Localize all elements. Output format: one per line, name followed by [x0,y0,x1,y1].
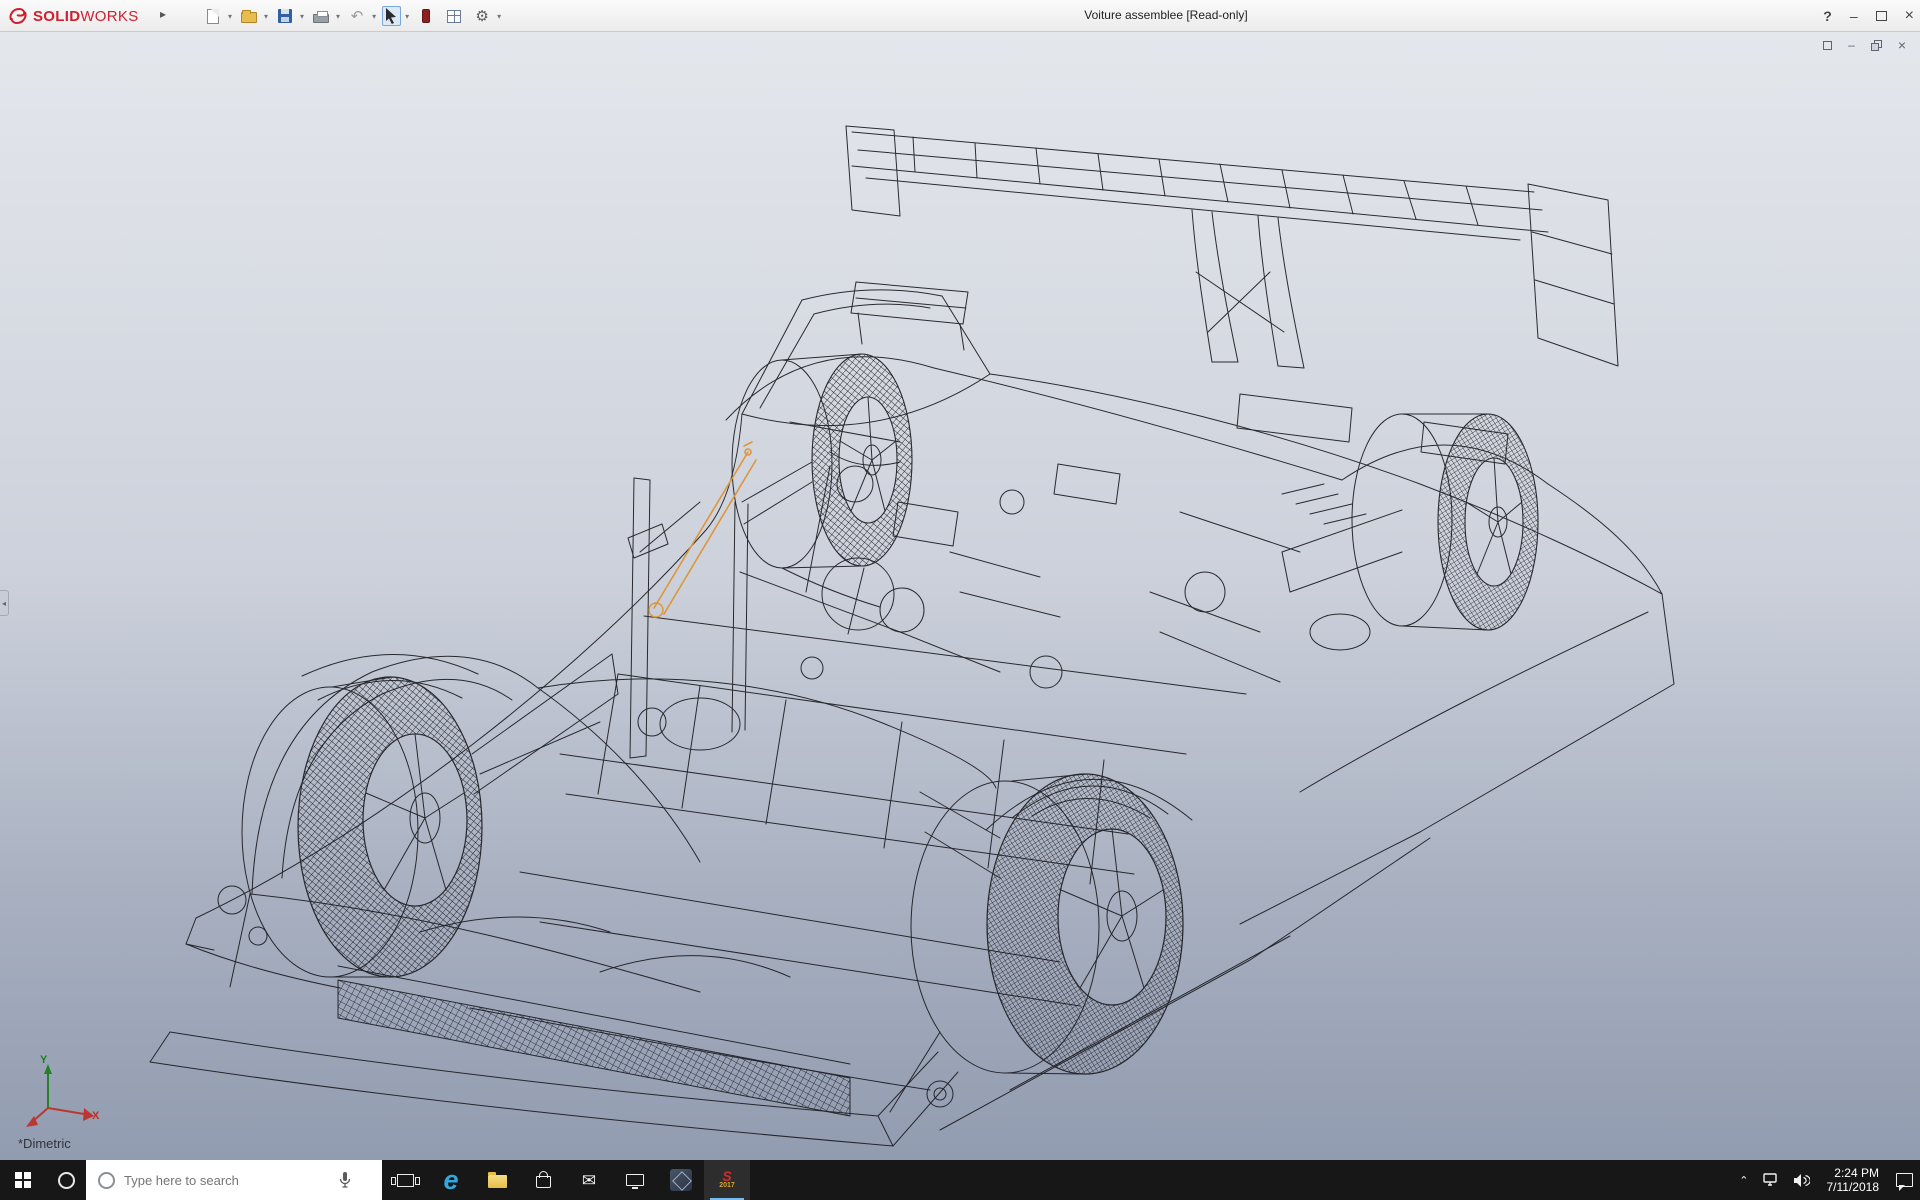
store-button[interactable] [520,1160,566,1200]
select-tool-button[interactable] [382,6,401,26]
undo-icon[interactable]: ↶ [346,5,368,27]
save-caret[interactable]: ▾ [300,12,304,21]
quick-access-toolbar: ▾ ▾ ▾ ▾ ↶ ▾ ▾ ⚙ ▾ [202,4,501,28]
window-controls: ? – × [1823,0,1914,32]
windows-logo-icon [15,1172,31,1188]
document-title: Voiture assemblee [Read-only] [1084,8,1247,22]
options-caret[interactable]: ▾ [497,12,501,21]
undo-caret[interactable]: ▾ [372,12,376,21]
action-center-button[interactable] [1889,1160,1920,1200]
xpert-tool-icon[interactable] [415,5,437,27]
minimize-button[interactable]: – [1850,9,1858,23]
taskbar-search[interactable] [86,1160,382,1200]
help-button[interactable]: ? [1823,9,1832,23]
solidworks-logo: SOLIDWORKS [8,5,139,27]
wheel-front-left [242,677,482,977]
network-tray-icon[interactable] [1756,1160,1786,1200]
solidworks-taskbar-button[interactable]: S 2017 [704,1160,750,1200]
microphone-icon[interactable] [339,1171,351,1189]
3d-viewer-cube-icon [670,1169,692,1191]
mail-envelope-icon: ✉ [582,1172,596,1189]
edge-button[interactable]: e [428,1160,474,1200]
tray-date: 7/11/2018 [1827,1180,1880,1194]
document-window-controls: – × [1823,38,1906,52]
tray-clock[interactable]: 2:24 PM 7/11/2018 [1817,1166,1890,1194]
new-document-caret[interactable]: ▾ [228,12,232,21]
open-caret[interactable]: ▾ [264,12,268,21]
dock-window-icon[interactable] [1823,41,1832,50]
open-icon[interactable] [238,5,260,27]
3d-viewer-button[interactable] [658,1160,704,1200]
doc-close-icon[interactable]: × [1898,38,1906,52]
view-orientation-label: *Dimetric [18,1136,71,1151]
file-explorer-icon [488,1175,507,1188]
save-icon[interactable] [274,5,296,27]
evaluate-table-icon[interactable] [443,5,465,27]
print-icon[interactable] [310,5,332,27]
doc-restore-icon[interactable] [1871,40,1882,51]
titlebar: SOLIDWORKS ▸ ▾ ▾ ▾ ▾ ↶ ▾ ▾ ⚙ ▾ Voiture ass… [0,0,1920,32]
select-caret[interactable]: ▾ [405,12,409,21]
ds-logo-icon [8,6,28,26]
start-button[interactable] [0,1160,46,1200]
triad-y-label: Y [40,1054,47,1066]
action-center-icon [1896,1173,1913,1187]
print-caret[interactable]: ▾ [336,12,340,21]
3d-viewport[interactable]: – × Y X *Dimetric ◂ [0,32,1920,1160]
cortana-button[interactable] [46,1160,86,1200]
toolbar-flyout-arrow-icon[interactable]: ▸ [160,7,166,21]
selected-edge-highlight [649,442,756,617]
tray-time: 2:24 PM [1834,1166,1879,1180]
triad-x-label: X [92,1110,99,1122]
body-shell [186,282,1674,992]
wheel-front-right [732,354,912,568]
search-input[interactable] [124,1173,339,1188]
store-bag-icon [536,1176,551,1188]
close-button[interactable]: × [1905,8,1914,24]
orientation-triad-icon [26,1064,94,1127]
rear-wing [846,126,1618,368]
hidden-icons-caret[interactable]: ⌃ [1732,1160,1755,1200]
wheel-rear-left [911,774,1183,1074]
options-gear-icon[interactable]: ⚙ [471,5,493,27]
taskbar: e ✉ S 2017 ⌃ 2:24 PM 7/11/2018 [0,1160,1920,1200]
solidworks-app-icon: S 2017 [714,1167,740,1193]
screen-capture-icon [626,1174,644,1186]
edge-icon: e [443,1167,458,1194]
task-view-button[interactable] [382,1160,428,1200]
file-explorer-button[interactable] [474,1160,520,1200]
system-tray: ⌃ 2:24 PM 7/11/2018 [1732,1160,1920,1200]
new-document-icon[interactable] [202,5,224,27]
cortana-circle-icon [58,1172,75,1189]
wheel-rear-right [1352,414,1538,630]
car-wireframe [26,126,1674,1146]
task-view-icon [397,1174,414,1187]
logo-wordmark: SOLIDWORKS [33,8,139,25]
search-circle-icon [98,1172,115,1189]
volume-tray-icon[interactable] [1786,1160,1817,1200]
wireframe-car-canvas[interactable] [0,32,1920,1160]
screen-capture-button[interactable] [612,1160,658,1200]
collapsed-panel-tab[interactable]: ◂ [0,590,9,616]
doc-minimize-icon[interactable]: – [1848,39,1855,51]
maximize-button[interactable] [1876,11,1887,21]
select-cursor-icon [385,8,398,24]
mail-button[interactable]: ✉ [566,1160,612,1200]
